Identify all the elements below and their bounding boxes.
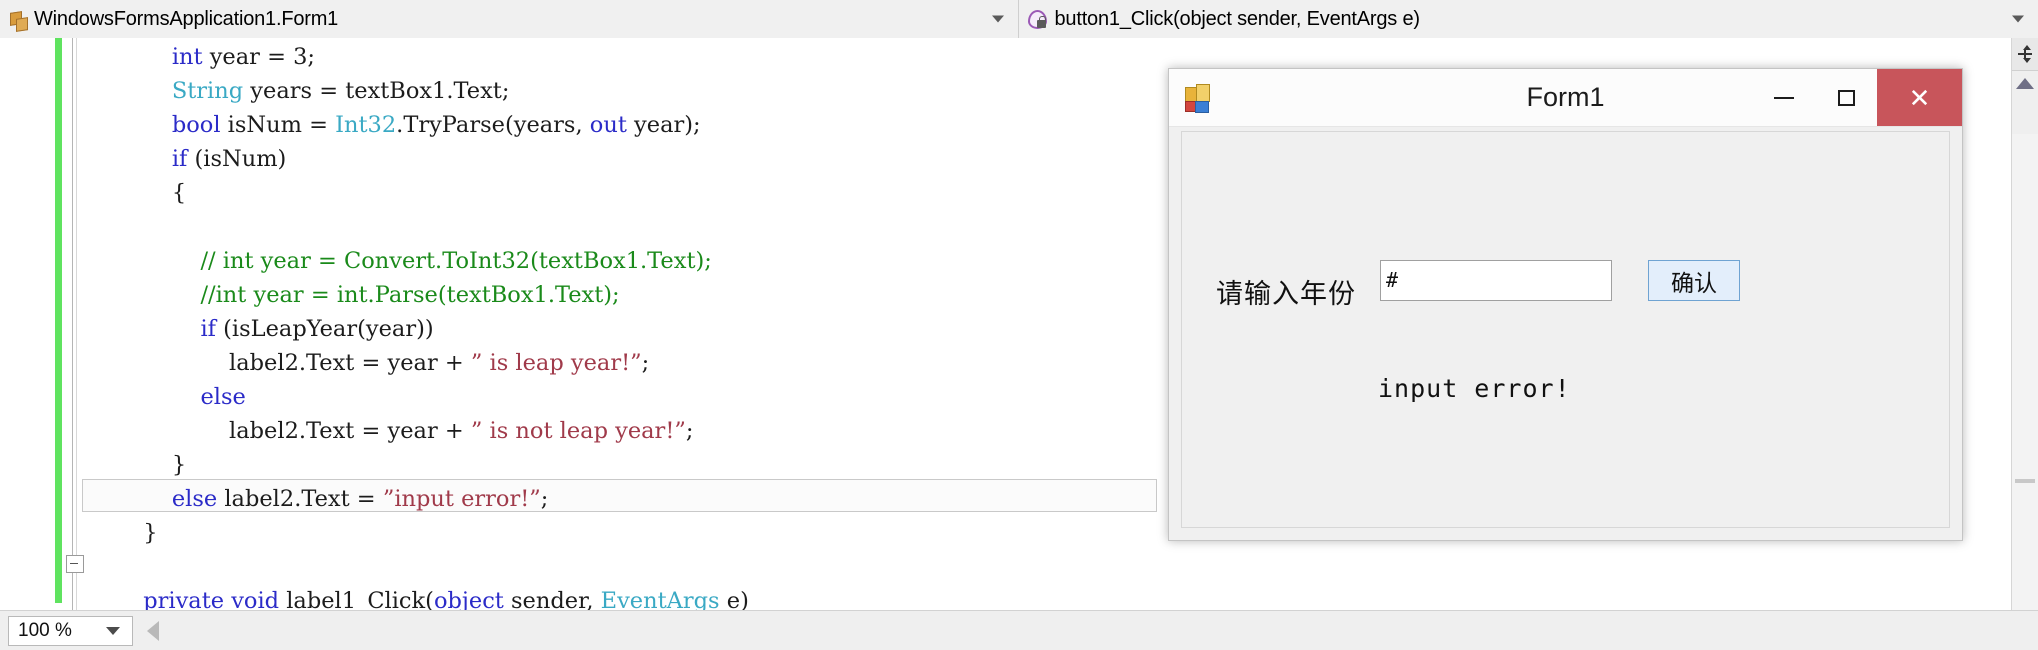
class-dropdown[interactable]: WindowsFormsApplication1.Form1 (0, 0, 1019, 38)
navigation-bar: WindowsFormsApplication1.Form1 button1_C… (0, 0, 2038, 39)
chevron-down-icon[interactable] (106, 626, 120, 635)
outlining-collapse-toggle[interactable] (66, 555, 84, 573)
vertical-scrollbar[interactable] (2011, 38, 2038, 624)
year-input-label: 请输入年份 (1216, 279, 1356, 310)
result-label: input error! (1378, 374, 1571, 403)
method-private-icon (1027, 9, 1051, 33)
editor-gutter (0, 38, 32, 611)
split-editor-button[interactable] (2012, 38, 2038, 71)
member-dropdown[interactable]: button1_Click(object sender, EventArgs e… (1018, 0, 2038, 38)
form1-title-bar[interactable]: Form1 ✕ (1169, 69, 1962, 127)
confirm-button[interactable]: 确认 (1648, 260, 1740, 301)
minimize-button[interactable] (1753, 69, 1815, 126)
scrollbar-marker (2015, 479, 2035, 483)
windows-forms-app-icon (1185, 83, 1213, 113)
code-line: private void label1_Click(object sender,… (143, 588, 749, 611)
outlining-rail (72, 38, 73, 611)
zoom-level-value: 100 % (18, 619, 72, 641)
form1-client-area: 请输入年份 # 确认 input error! (1181, 131, 1950, 528)
zoom-dropdown[interactable]: 100 % (8, 615, 133, 646)
visual-studio-window: WindowsFormsApplication1.Form1 button1_C… (0, 0, 2038, 650)
year-input-field[interactable]: # (1380, 260, 1612, 301)
close-icon: ✕ (1908, 82, 1931, 113)
status-bar: 100 % (0, 610, 2038, 650)
class-icon (8, 10, 30, 32)
window-controls: ✕ (1753, 69, 1962, 126)
chevron-down-icon[interactable] (2012, 15, 2024, 23)
maximize-button[interactable] (1815, 69, 1877, 126)
scrollbar-track[interactable] (2012, 134, 2038, 624)
outlining-rail-secondary (76, 38, 77, 611)
maximize-icon (1837, 89, 1855, 106)
class-dropdown-value: WindowsFormsApplication1.Form1 (34, 7, 339, 30)
scroll-up-arrow-icon[interactable] (2016, 78, 2034, 89)
member-dropdown-value: button1_Click(object sender, EventArgs e… (1054, 7, 1421, 30)
change-indicator-bar (55, 38, 62, 603)
minimize-icon (1774, 96, 1794, 99)
chevron-down-icon[interactable] (991, 15, 1004, 23)
split-editor-icon (2018, 45, 2032, 63)
scroll-left-arrow-icon[interactable] (147, 620, 159, 641)
close-button[interactable]: ✕ (1877, 69, 1962, 126)
form1-window[interactable]: Form1 ✕ 请输入年份 # 确认 input error! (1168, 68, 1963, 541)
